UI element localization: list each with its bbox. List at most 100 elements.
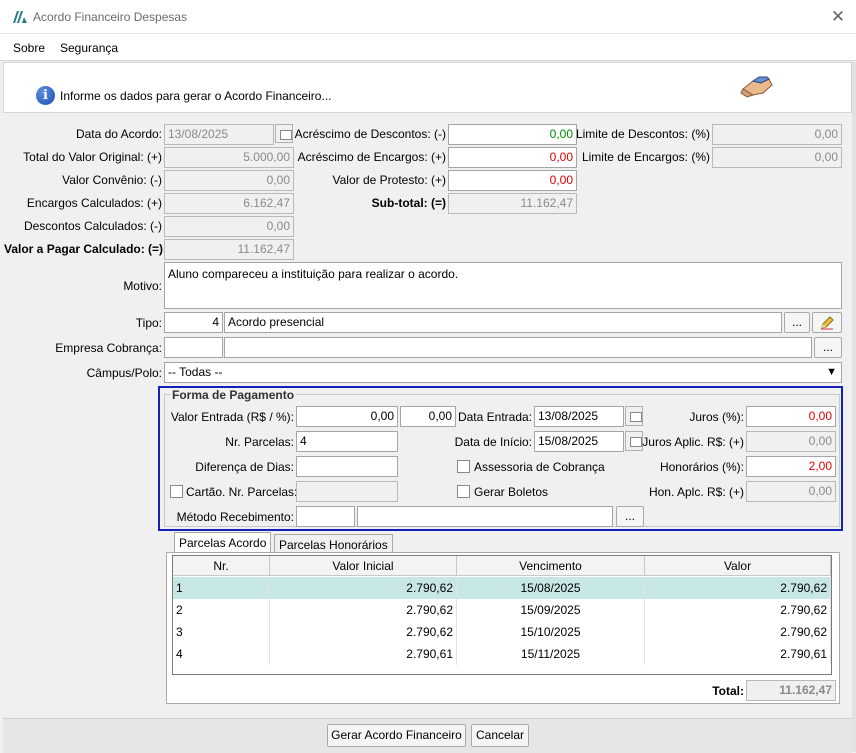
tipo-desc-input[interactable]: Acordo presencial [224, 312, 782, 333]
campus-select[interactable]: -- Todas -- ▼ [164, 362, 842, 383]
acresc-encargos-input[interactable]: 0,00 [448, 147, 577, 168]
metodo-browse-button[interactable]: ... [616, 506, 644, 527]
tipo-code-input[interactable]: 4 [164, 312, 223, 333]
hon-aplic-label: Hon. Aplc. R$: (+) [648, 485, 744, 499]
protesto-input[interactable]: 0,00 [448, 170, 577, 191]
table-row[interactable]: 4 2.790,61 15/11/2025 2.790,61 [173, 643, 831, 665]
close-icon[interactable]: ✕ [826, 6, 850, 28]
limite-encargos-field: 0,00 [712, 147, 842, 168]
nr-parcelas-input[interactable]: 4 [296, 431, 398, 452]
calendar-icon[interactable] [625, 406, 643, 426]
pencil-icon [821, 316, 834, 330]
juros-label: Juros (%): [689, 410, 744, 424]
valor-pagar-field: 11.162,47 [164, 239, 294, 260]
empresa-browse-button[interactable]: ... [814, 337, 842, 358]
juros-input[interactable]: 0,00 [746, 406, 836, 427]
limite-descontos-field: 0,00 [712, 124, 842, 145]
campus-label: Câmpus/Polo: [86, 366, 162, 380]
tipo-label: Tipo: [135, 316, 162, 330]
assessoria-label: Assessoria de Cobrança [474, 460, 605, 474]
column-header-nr[interactable]: Nr. [173, 556, 270, 576]
menu-sobre[interactable]: Sobre [13, 41, 45, 55]
total-original-field: 5.000,00 [164, 147, 294, 168]
acresc-descontos-input[interactable]: 0,00 [448, 124, 577, 145]
forma-pagamento-legend: Forma de Pagamento [170, 388, 297, 402]
empresa-desc-input[interactable] [224, 337, 812, 358]
valor-convenio-field: 0,00 [164, 170, 294, 191]
cell-valor-inicial: 2.790,61 [270, 643, 457, 665]
metodo-desc-input[interactable] [357, 506, 613, 527]
tab-parcelas-acordo[interactable]: Parcelas Acordo [174, 532, 272, 554]
gerar-acordo-button[interactable]: Gerar Acordo Financeiro [327, 724, 466, 747]
motivo-label: Motivo: [123, 279, 162, 293]
total-field: 11.162,47 [746, 680, 836, 701]
protesto-label: Valor de Protesto: (+) [332, 173, 447, 187]
table-row[interactable]: 3 2.790,62 15/10/2025 2.790,62 [173, 621, 831, 643]
table-row[interactable]: 2 2.790,62 15/09/2025 2.790,62 [173, 599, 831, 621]
total-original-label: Total do Valor Original: (+) [23, 150, 162, 164]
title-bar: Acordo Financeiro Despesas ✕ [0, 0, 856, 34]
motivo-textarea[interactable]: Aluno compareceu a instituição para real… [164, 262, 842, 309]
subtotal-label: Sub-total: (=) [371, 196, 446, 210]
descontos-label: Descontos Calculados: (-) [23, 219, 162, 233]
acresc-descontos-label: Acréscimo de Descontos: (-) [294, 127, 446, 141]
cell-valor-inicial: 2.790,62 [270, 599, 457, 621]
honorarios-input[interactable]: 2,00 [746, 456, 836, 477]
cell-valor: 2.790,61 [645, 643, 831, 665]
tipo-browse-button[interactable]: ... [784, 312, 810, 333]
info-header: i Informe os dados para gerar o Acordo F… [3, 62, 852, 113]
column-header-vencimento[interactable]: Vencimento [457, 556, 645, 576]
cell-nr: 4 [173, 643, 270, 665]
hon-aplic-field: 0,00 [746, 481, 836, 502]
cell-valor: 2.790,62 [645, 599, 831, 621]
metodo-code-input[interactable] [296, 506, 355, 527]
valor-pagar-label: Valor a Pagar Calculado: (=) [4, 242, 164, 256]
menu-seguranca[interactable]: Segurança [60, 41, 118, 55]
data-entrada-input[interactable]: 13/08/2025 [534, 406, 624, 427]
assessoria-checkbox[interactable] [457, 460, 470, 473]
descontos-field: 0,00 [164, 216, 294, 237]
nr-parcelas-label: Nr. Parcelas: [225, 435, 294, 449]
acresc-encargos-label: Acréscimo de Encargos: (+) [297, 150, 446, 164]
menu-bar: Sobre Segurança [0, 34, 856, 61]
honorarios-label: Honorários (%): [659, 460, 744, 474]
data-inicio-input[interactable]: 15/08/2025 [534, 431, 624, 452]
handshake-icon [740, 76, 773, 98]
valor-convenio-label: Valor Convênio: (-) [62, 173, 162, 187]
total-label: Total: [712, 684, 744, 698]
juros-aplic-label: Juros Aplic. R$: (+) [642, 435, 744, 449]
valor-entrada-label: Valor Entrada (R$ / %): [170, 410, 294, 424]
column-header-valor-inicial[interactable]: Valor Inicial [270, 556, 457, 576]
data-acordo-label: Data do Acordo: [75, 127, 162, 141]
cell-valor: 2.790,62 [645, 577, 831, 599]
cell-vencimento: 15/10/2025 [457, 621, 645, 643]
empresa-code-input[interactable] [164, 337, 223, 358]
header-text: Informe os dados para gerar o Acordo Fin… [60, 89, 332, 103]
gerar-boletos-checkbox[interactable] [457, 485, 470, 498]
data-acordo-field: 13/08/2025 [164, 124, 274, 145]
limite-descontos-label: Limite de Descontos: (%) [575, 127, 710, 141]
cell-nr: 1 [173, 577, 270, 599]
diferenca-dias-input[interactable] [296, 456, 398, 477]
cancelar-button[interactable]: Cancelar [471, 724, 529, 747]
cell-valor-inicial: 2.790,62 [270, 577, 457, 599]
cell-nr: 2 [173, 599, 270, 621]
table-row[interactable]: 1 2.790,62 15/08/2025 2.790,62 [173, 577, 831, 599]
parcelas-grid: Nr. Valor Inicial Vencimento Valor 1 2.7… [172, 555, 832, 675]
data-entrada-label: Data Entrada: [457, 410, 532, 424]
gerar-boletos-label: Gerar Boletos [474, 485, 549, 499]
cartao-parcelas-field [296, 481, 398, 502]
cell-valor-inicial: 2.790,62 [270, 621, 457, 643]
empresa-label: Empresa Cobrança: [55, 341, 162, 355]
cartao-checkbox[interactable] [170, 485, 183, 498]
cell-vencimento: 15/08/2025 [457, 577, 645, 599]
column-header-valor[interactable]: Valor [645, 556, 831, 576]
edit-pencil-icon[interactable] [812, 312, 842, 333]
chevron-down-icon: ▼ [826, 366, 837, 378]
cell-nr: 3 [173, 621, 270, 643]
valor-entrada-input[interactable]: 0,00 [296, 406, 398, 427]
encargos-field: 6.162,47 [164, 193, 294, 214]
window-title: Acordo Financeiro Despesas [33, 10, 188, 24]
limite-encargos-label: Limite de Encargos: (%) [581, 150, 710, 164]
data-inicio-label: Data de Início: [454, 435, 532, 449]
